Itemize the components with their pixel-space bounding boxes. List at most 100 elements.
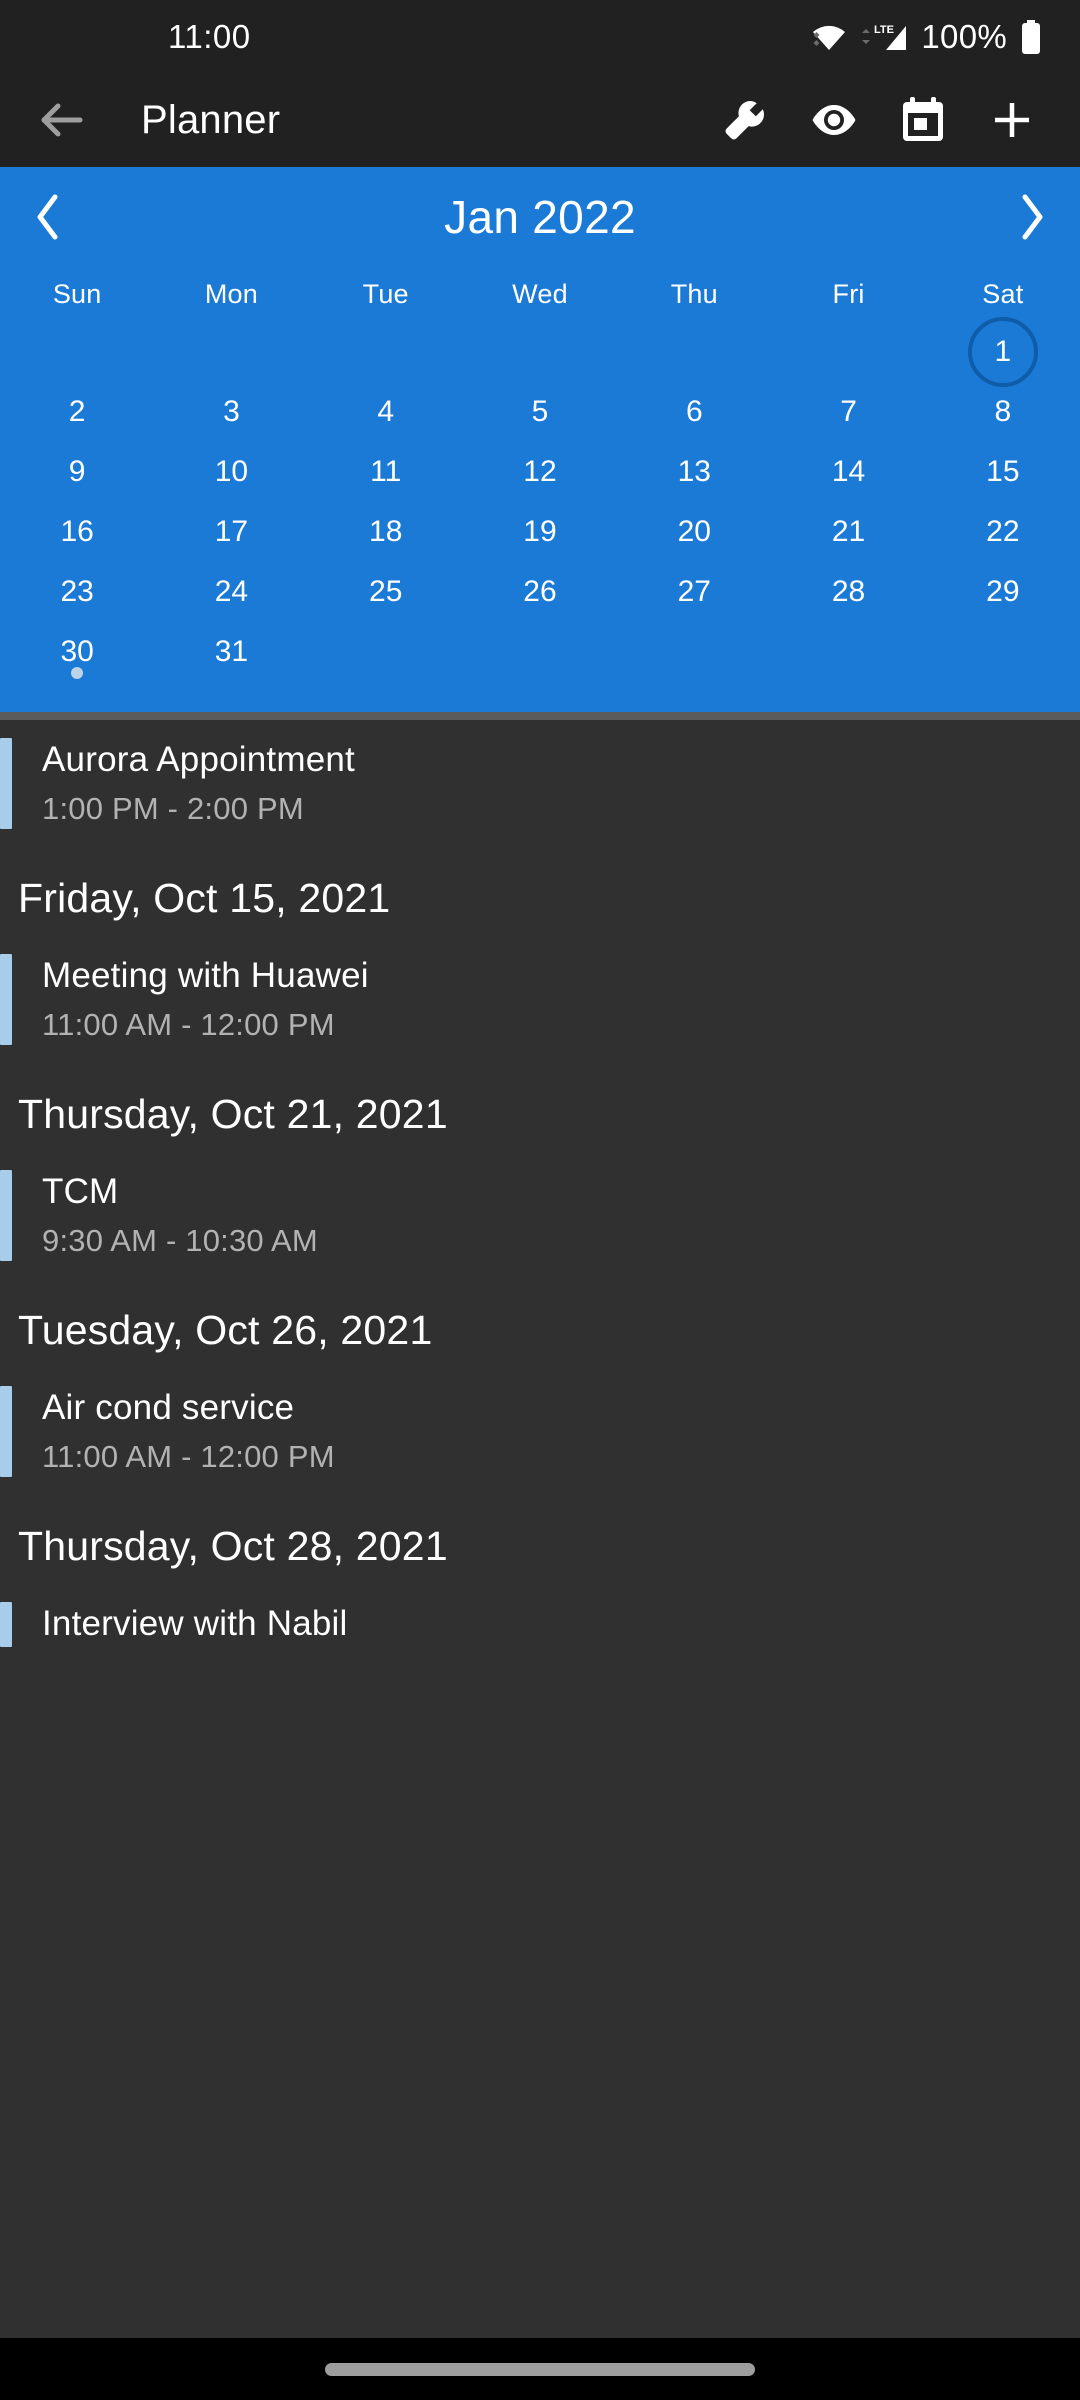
calendar-day-cell[interactable]: 30 (0, 622, 154, 682)
calendar-day-cell[interactable]: 6 (617, 382, 771, 442)
battery-icon (1020, 19, 1042, 54)
calendar-day-cell[interactable]: 10 (154, 442, 308, 502)
plus-icon (990, 98, 1034, 142)
event-time-range: 1:00 PM - 2:00 PM (42, 790, 304, 826)
day-of-week-label: Sun (52, 279, 102, 309)
calendar-day-number: 31 (214, 635, 249, 668)
calendar-day-cell[interactable]: 7 (771, 382, 925, 442)
calendar-empty-cell (309, 322, 463, 382)
calendar-day-number: 12 (523, 455, 557, 488)
calendar-day-cell[interactable]: 26 (463, 562, 617, 622)
calendar-day-number: 9 (68, 455, 86, 488)
calendar-day-cell[interactable]: 27 (617, 562, 771, 622)
calendar-day-number: 10 (214, 455, 249, 488)
agenda-event-item[interactable]: Meeting with Huawei 11:00 AM - 12:00 PM (0, 946, 1080, 1053)
calendar-day-cell[interactable]: 4 (309, 382, 463, 442)
calendar-day-cell[interactable]: 3 (154, 382, 308, 442)
wrench-icon (722, 97, 768, 143)
calendar-day-cell[interactable]: 15 (926, 442, 1080, 502)
calendar-empty-cell (463, 322, 617, 382)
agenda-event-item[interactable]: TCM 9:30 AM - 10:30 AM (0, 1162, 1080, 1269)
calendar-day-cell[interactable]: 29 (926, 562, 1080, 622)
calendar-day-cell[interactable]: 17 (154, 502, 308, 562)
agenda-event-list[interactable]: Aurora Appointment 1:00 PM - 2:00 PM Frida… (0, 720, 1080, 2030)
home-gesture-pill[interactable] (325, 2362, 755, 2376)
day-of-week-label: Wed (512, 279, 568, 309)
calendar-day-cell[interactable]: 25 (309, 562, 463, 622)
calendar-day-cell[interactable]: 28 (771, 562, 925, 622)
calendar-day-cell[interactable]: 9 (0, 442, 154, 502)
back-arrow-icon[interactable] (0, 100, 84, 140)
calendar-empty-cell (154, 322, 308, 382)
calendar-day-number: 18 (369, 515, 403, 548)
calendar-day-cell[interactable]: 11 (309, 442, 463, 502)
settings-wrench-button[interactable] (700, 73, 789, 167)
next-month-button[interactable] (984, 167, 1080, 267)
calendar-empty-cell (0, 322, 154, 382)
svg-text:LTE: LTE (874, 24, 894, 36)
day-of-week-row: Sun Mon Tue Wed Thu Fri Sat (0, 267, 1080, 322)
calendar-day-number: 22 (986, 515, 1020, 548)
month-calendar: Jan 2022 Sun Mon Tue Wed Thu Fri Sat 123456789… (0, 167, 1080, 712)
event-color-bar (0, 1602, 12, 1648)
calendar-day-cell[interactable]: 23 (0, 562, 154, 622)
calendar-day-number: 11 (370, 455, 402, 488)
calendar-day-cell[interactable]: 13 (617, 442, 771, 502)
event-text-block: Air cond service 11:00 AM - 12:00 PM (12, 1386, 335, 1477)
agenda-event-item[interactable]: Interview with Nabil (0, 1594, 1080, 1655)
calendar-day-cell[interactable]: 18 (309, 502, 463, 562)
go-to-today-button[interactable] (878, 73, 967, 167)
calendar-day-number: 16 (60, 515, 94, 548)
day-of-week-label: Sat (982, 279, 1024, 309)
calendar-day-number: 7 (840, 395, 857, 428)
calendar-day-cell[interactable]: 2 (0, 382, 154, 442)
day-of-week-label: Mon (204, 279, 258, 309)
section-divider[interactable] (0, 712, 1080, 720)
calendar-day-cell[interactable]: 31 (154, 622, 308, 682)
event-text-block: TCM 9:30 AM - 10:30 AM (12, 1170, 318, 1261)
calendar-day-number: 14 (831, 455, 866, 488)
event-title: Aurora Appointment (42, 740, 355, 779)
calendar-day-cell[interactable]: 19 (463, 502, 617, 562)
event-title: TCM (42, 1172, 119, 1212)
calendar-day-cell[interactable]: 8 (926, 382, 1080, 442)
calendar-day-cell[interactable]: 21 (771, 502, 925, 562)
calendar-day-cell[interactable]: 5 (463, 382, 617, 442)
calendar-day-cell[interactable]: 24 (154, 562, 308, 622)
status-bar: 11:00 LTE 100% (0, 0, 1080, 73)
agenda-event-item[interactable]: Aurora Appointment 1:00 PM - 2:00 PM (0, 730, 1080, 837)
event-color-bar (0, 954, 12, 1046)
page-title: Planner (141, 97, 281, 142)
chevron-left-icon (33, 193, 63, 241)
view-eye-button[interactable] (789, 73, 878, 167)
calendar-day-cell[interactable]: 22 (926, 502, 1080, 562)
add-event-button[interactable] (967, 73, 1056, 167)
calendar-empty-cell (617, 322, 771, 382)
status-bar-icons: LTE 100% (811, 18, 1042, 56)
toolbar-actions (700, 73, 1056, 167)
calendar-event-dot (71, 667, 84, 679)
calendar-day-cell[interactable]: 16 (0, 502, 154, 562)
event-text-block: Interview with Nabil (12, 1602, 348, 1647)
agenda-event-item[interactable]: Air cond service 11:00 AM - 12:00 PM (0, 1378, 1080, 1485)
eye-icon (810, 103, 858, 137)
day-of-week-label: Thu (670, 279, 718, 309)
calendar-day-cell[interactable]: 14 (771, 442, 925, 502)
calendar-day-number: 6 (685, 395, 703, 428)
agenda-date-header: Thursday, Oct 28, 2021 (18, 1523, 448, 1570)
calendar-day-cell[interactable]: 1 (926, 322, 1080, 382)
calendar-day-number: 3 (223, 395, 240, 428)
calendar-day-number: 15 (986, 455, 1020, 488)
calendar-day-number: 20 (677, 515, 711, 548)
previous-month-button[interactable] (0, 167, 96, 267)
calendar-day-grid[interactable]: 1 2 3 4 5 6 7 8 9 10 11 12 13 14 15 16 17 18 19 20 21 22 23 24 2… (0, 322, 1080, 682)
calendar-day-cell[interactable]: 20 (617, 502, 771, 562)
status-bar-clock: 11:00 (168, 17, 251, 55)
calendar-day-cell[interactable]: 12 (463, 442, 617, 502)
calendar-day-number: 28 (831, 575, 866, 608)
calendar-bottom-spacer (0, 682, 1080, 712)
battery-percent-label: 100% (921, 17, 1007, 55)
wifi-icon (811, 23, 847, 50)
agenda-date-header: Tuesday, Oct 26, 2021 (18, 1307, 433, 1354)
calendar-day-number: 24 (214, 575, 249, 608)
